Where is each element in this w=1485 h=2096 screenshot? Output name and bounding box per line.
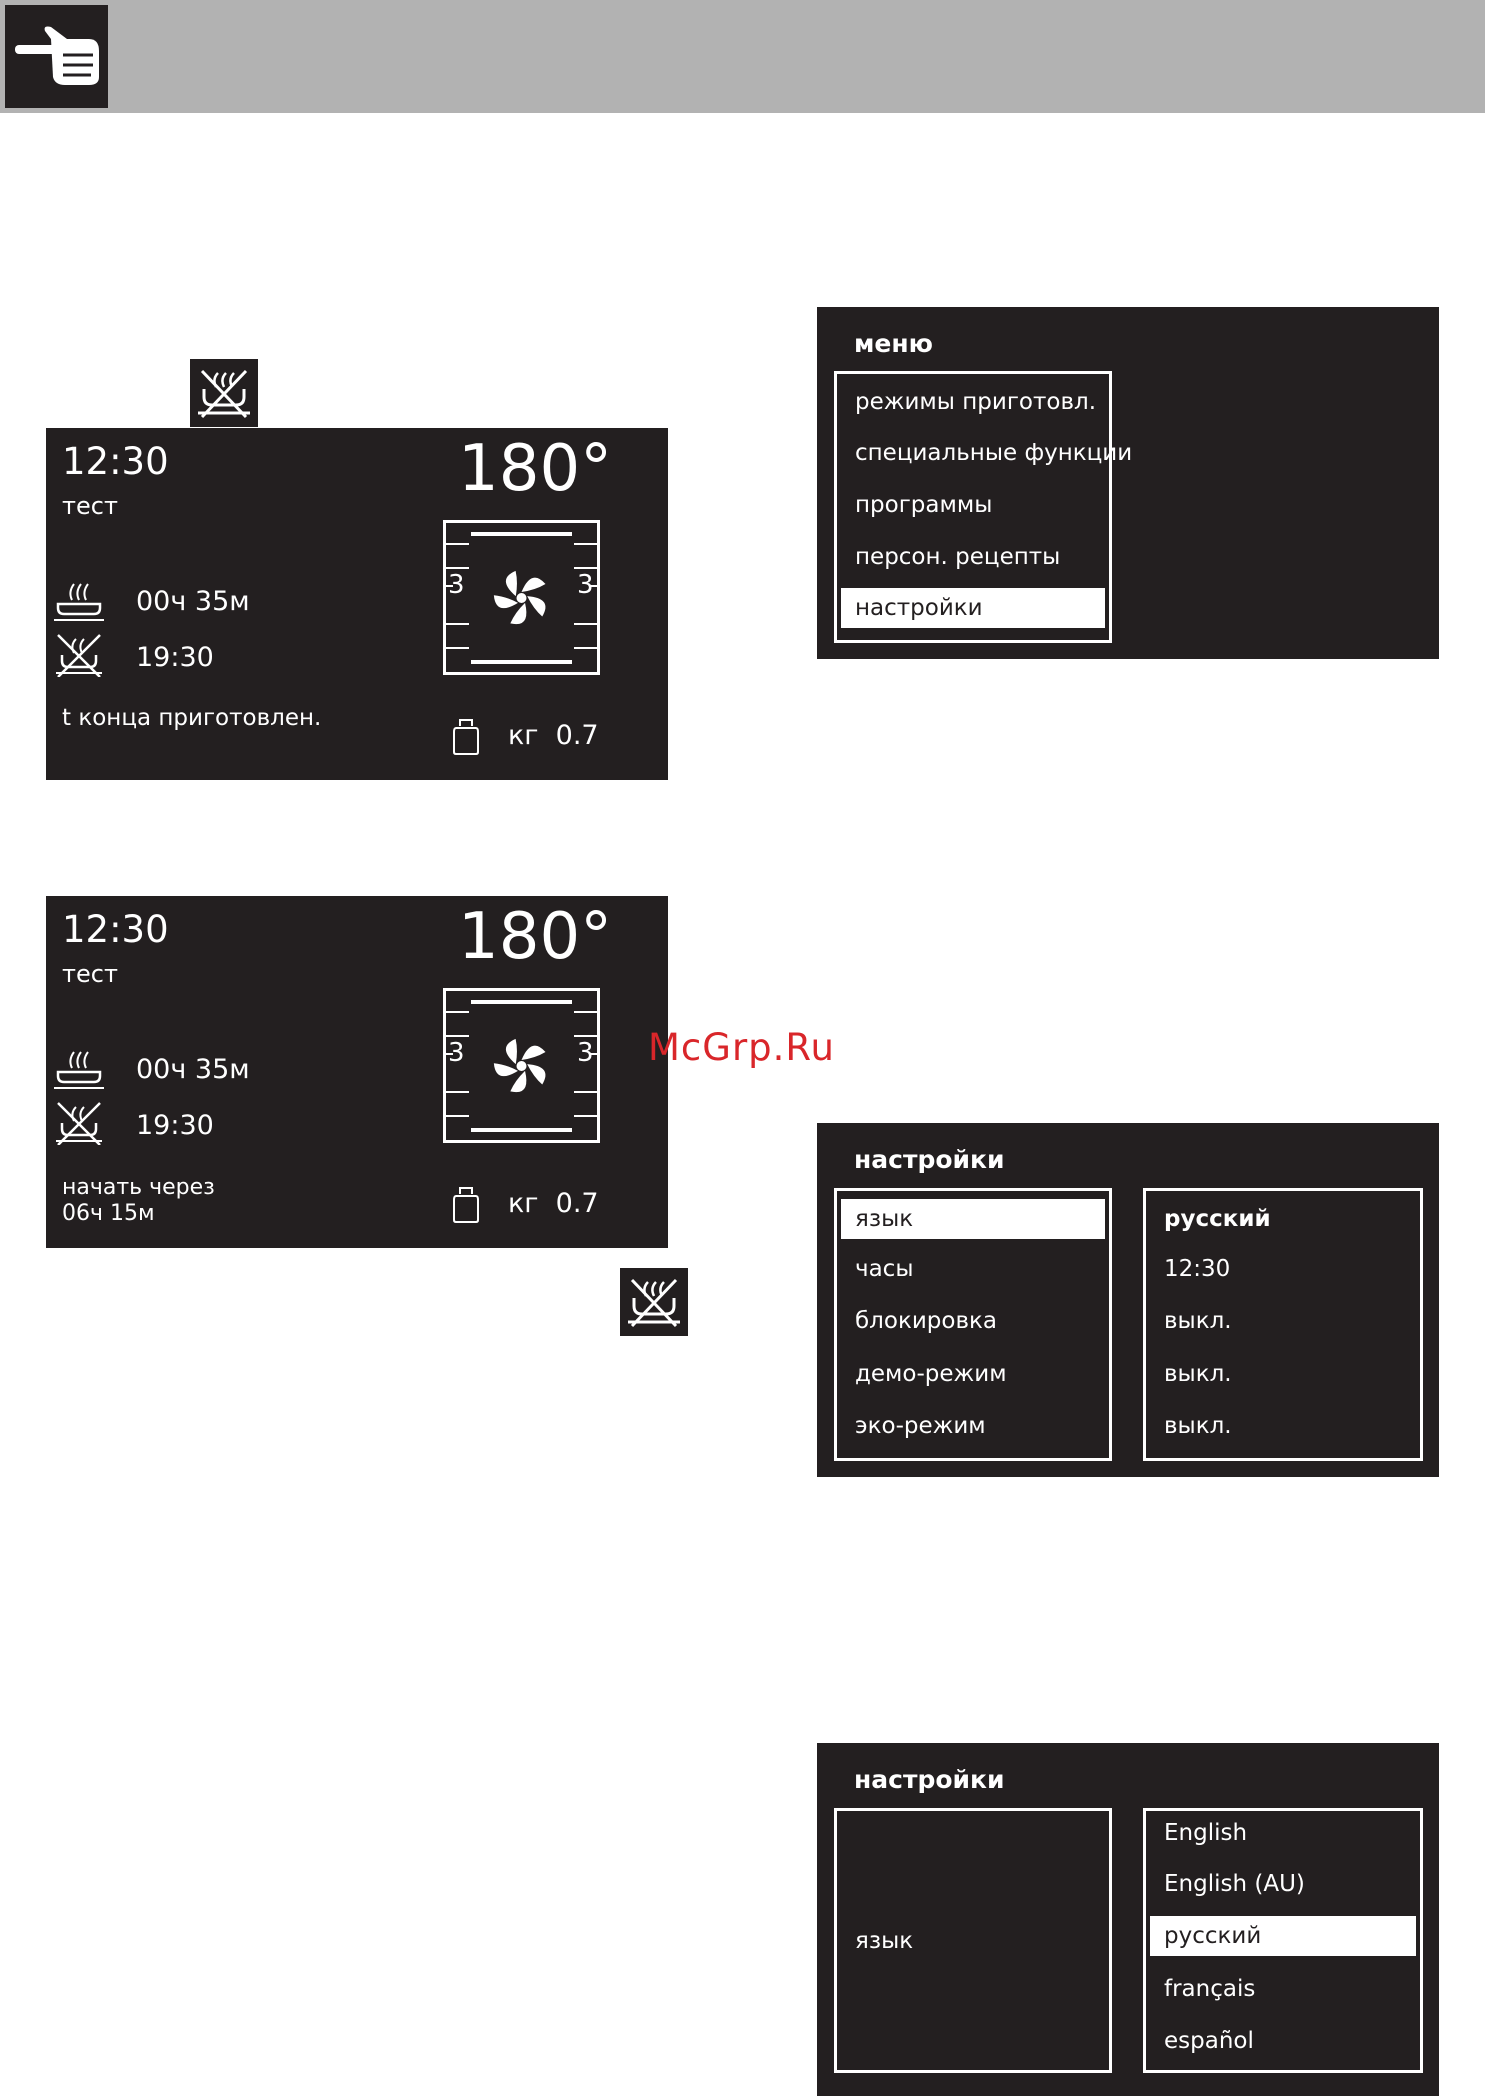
steam-pan-icon [54, 1044, 104, 1090]
settings-item-eco-mode[interactable]: эко-режим [841, 1406, 1105, 1446]
settings-list: язык часы блокировка демо-режим эко-режи… [834, 1188, 1112, 1461]
no-preheat-icon [620, 1268, 688, 1336]
settings-title: настройки [854, 1145, 1005, 1174]
shelf-level-left: 3 [448, 570, 465, 600]
shelf-level-right: 3 [577, 570, 594, 600]
no-preheat-icon [190, 359, 258, 427]
weight-icon [450, 1184, 482, 1224]
status-text-line2: 06ч 15м [62, 1201, 155, 1226]
oven-cavity: 3 3 [443, 988, 600, 1143]
weight-readout: кг 0.7 [508, 1188, 599, 1219]
menu-item-cooking-modes[interactable]: режимы приготовл. [841, 382, 1105, 422]
settings-value-lock: выкл. [1164, 1308, 1232, 1334]
cooking-duration: 00ч 35м [136, 1054, 250, 1085]
fan-icon [493, 1038, 546, 1093]
recipe-name: тест [62, 960, 118, 988]
settings-value-demo-mode: выкл. [1164, 1361, 1232, 1387]
weight-value: 0.7 [555, 1188, 599, 1219]
language-option-english-au[interactable]: English (AU) [1150, 1864, 1416, 1904]
oven-display-end-time: 12:30 тест 180° 3 3 00ч 35м 19:30 t конц… [46, 428, 668, 780]
clock: 12:30 [62, 908, 169, 951]
steam-pan-icon [54, 576, 104, 622]
header-bar [0, 0, 1485, 113]
settings-values: русский 12:30 выкл. выкл. выкл. [1143, 1188, 1423, 1461]
temperature: 180° [458, 432, 613, 506]
settings-value-eco-mode: выкл. [1164, 1413, 1232, 1439]
temperature: 180° [458, 900, 613, 974]
settings-item-language[interactable]: язык [841, 1199, 1105, 1239]
settings-item-lock[interactable]: блокировка [841, 1301, 1105, 1341]
weight-unit: кг [508, 1188, 539, 1219]
main-menu-panel: меню режимы приготовл. специальные функц… [817, 307, 1439, 659]
recipe-name: тест [62, 492, 118, 520]
menu-item-settings[interactable]: настройки [841, 588, 1105, 628]
status-text: t конца приготовлен. [62, 705, 322, 731]
settings-panel: настройки язык часы блокировка демо-режи… [817, 1123, 1439, 1477]
language-panel-title: настройки [854, 1765, 1005, 1794]
language-label-box: язык [834, 1808, 1112, 2073]
language-panel: настройки язык English English (AU) русс… [817, 1743, 1439, 2096]
weight-icon [450, 716, 482, 756]
settings-item-demo-mode[interactable]: демо-режим [841, 1354, 1105, 1394]
menu-item-programs[interactable]: программы [841, 485, 1105, 525]
shelf-level-right: 3 [577, 1038, 594, 1068]
fan-icon [493, 570, 546, 625]
menu-item-personal-recipes[interactable]: персон. рецепты [841, 537, 1105, 577]
cooking-duration: 00ч 35м [136, 586, 250, 617]
language-option-english[interactable]: English [1150, 1813, 1416, 1853]
shelf-level-left: 3 [448, 1038, 465, 1068]
menu-list: режимы приготовл. специальные функции пр… [834, 371, 1132, 643]
language-label: язык [855, 1928, 914, 1954]
menu-title: меню [854, 329, 933, 358]
weight-value: 0.7 [555, 720, 599, 751]
settings-value-clock: 12:30 [1164, 1256, 1231, 1282]
weight-readout: кг 0.7 [508, 720, 599, 751]
language-option-spanish[interactable]: español [1150, 2021, 1416, 2061]
status-text-line1: начать через [62, 1175, 215, 1200]
oven-display-delayed-start: 12:30 тест 180° 3 3 00ч 35м 19:30 начать… [46, 896, 668, 1248]
weight-unit: кг [508, 720, 539, 751]
crossed-dish-icon [54, 1101, 104, 1146]
language-option-french[interactable]: français [1150, 1969, 1416, 2009]
clock: 12:30 [62, 440, 169, 483]
oven-cavity: 3 3 [443, 520, 600, 675]
watermark: McGrp.Ru [648, 1026, 835, 1069]
crossed-dish-icon [54, 633, 104, 678]
menu-item-special-functions[interactable]: специальные функции [841, 433, 1132, 473]
end-time: 19:30 [136, 642, 214, 673]
pointing-hand-icon [5, 5, 108, 108]
language-options: English English (AU) русский français es… [1143, 1808, 1423, 2073]
settings-item-clock[interactable]: часы [841, 1249, 1105, 1289]
end-time: 19:30 [136, 1110, 214, 1141]
settings-value-language: русский [1164, 1206, 1271, 1232]
language-option-russian[interactable]: русский [1150, 1916, 1416, 1956]
